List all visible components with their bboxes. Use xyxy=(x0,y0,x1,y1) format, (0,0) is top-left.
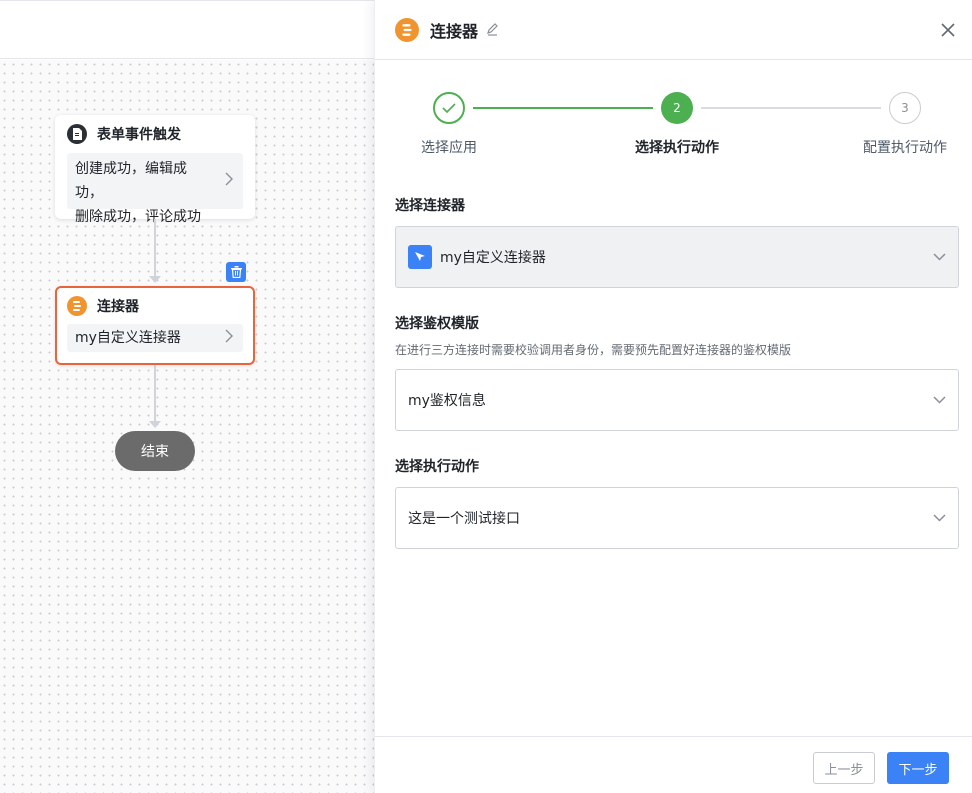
check-icon xyxy=(442,103,456,113)
prev-step-button[interactable]: 上一步 xyxy=(813,752,875,784)
canvas-toolbar xyxy=(0,0,374,59)
connector-node-value[interactable]: my自定义连接器 xyxy=(67,324,243,352)
action-select-value: 这是一个测试接口 xyxy=(408,511,520,527)
flow-connector-line xyxy=(154,219,156,277)
step-3-number: 3 xyxy=(901,101,909,115)
auth-template-select[interactable]: my鉴权信息 xyxy=(395,369,959,431)
next-step-button[interactable]: 下一步 xyxy=(887,752,949,784)
trigger-node-header: 表单事件触发 xyxy=(55,115,255,153)
trigger-events-line1: 创建成功，编辑成功， xyxy=(75,161,187,201)
step-3-label: 配置执行动作 xyxy=(863,140,947,156)
panel-title: 连接器 xyxy=(430,21,479,41)
step-line-1 xyxy=(473,107,653,109)
auth-field-label: 选择鉴权模版 xyxy=(395,316,479,332)
end-node[interactable]: 结束 xyxy=(115,431,195,471)
form-icon xyxy=(67,124,87,144)
trigger-node-title: 表单事件触发 xyxy=(97,127,181,143)
auth-select-value: my鉴权信息 xyxy=(408,393,486,409)
chevron-right-icon xyxy=(225,169,233,193)
step-2-number: 2 xyxy=(673,101,681,115)
connector-node[interactable]: 连接器 my自定义连接器 xyxy=(55,286,255,365)
flow-arrow-icon xyxy=(149,276,161,283)
end-node-label: 结束 xyxy=(141,444,169,460)
chevron-right-icon xyxy=(225,326,233,350)
step-2-active[interactable]: 2 xyxy=(661,92,693,124)
action-field-label: 选择执行动作 xyxy=(395,459,479,475)
trigger-node[interactable]: 表单事件触发 创建成功，编辑成功， 删除成功，评论成功 xyxy=(55,115,255,225)
action-select[interactable]: 这是一个测试接口 xyxy=(395,487,959,549)
connector-config-panel: 连接器 2 3 选择应用 选择执行动作 配置执行动作 选择连接器 my自定义连接… xyxy=(374,0,972,793)
connector-field-label: 选择连接器 xyxy=(395,198,465,214)
step-line-2 xyxy=(701,107,881,109)
flow-arrow-icon xyxy=(149,421,161,428)
trigger-events-line2: 删除成功，评论成功 xyxy=(75,209,201,225)
connector-select-value: my自定义连接器 xyxy=(440,250,546,266)
connector-node-header: 连接器 xyxy=(57,288,253,324)
chevron-down-icon xyxy=(933,253,946,261)
connector-icon xyxy=(67,296,87,316)
panel-header: 连接器 xyxy=(375,0,972,60)
edit-title-icon[interactable] xyxy=(486,23,499,36)
step-2-label: 选择执行动作 xyxy=(635,140,719,156)
connector-select[interactable]: my自定义连接器 xyxy=(395,226,959,288)
auth-field-hint: 在进行三方连接时需要校验调用者身份，需要预先配置好连接器的鉴权模版 xyxy=(395,343,792,357)
custom-connector-icon xyxy=(408,245,432,269)
chevron-down-icon xyxy=(933,514,946,522)
trigger-node-events[interactable]: 创建成功，编辑成功， 删除成功，评论成功 xyxy=(67,153,243,225)
flow-canvas[interactable]: 表单事件触发 创建成功，编辑成功， 删除成功，评论成功 连接器 my自定义连接器 xyxy=(0,0,374,793)
step-1-done[interactable] xyxy=(433,92,465,124)
step-3-todo[interactable]: 3 xyxy=(889,92,921,124)
delete-node-button[interactable] xyxy=(226,262,246,282)
stepper: 2 3 选择应用 选择执行动作 配置执行动作 xyxy=(375,60,972,170)
flow-connector-line xyxy=(154,365,156,422)
chevron-down-icon xyxy=(933,396,946,404)
connector-node-value-text: my自定义连接器 xyxy=(75,330,181,346)
close-icon[interactable] xyxy=(940,22,956,38)
step-1-label: 选择应用 xyxy=(421,140,477,156)
panel-footer: 上一步 下一步 xyxy=(375,736,972,793)
connector-icon xyxy=(395,17,419,42)
connector-node-title: 连接器 xyxy=(97,299,139,315)
